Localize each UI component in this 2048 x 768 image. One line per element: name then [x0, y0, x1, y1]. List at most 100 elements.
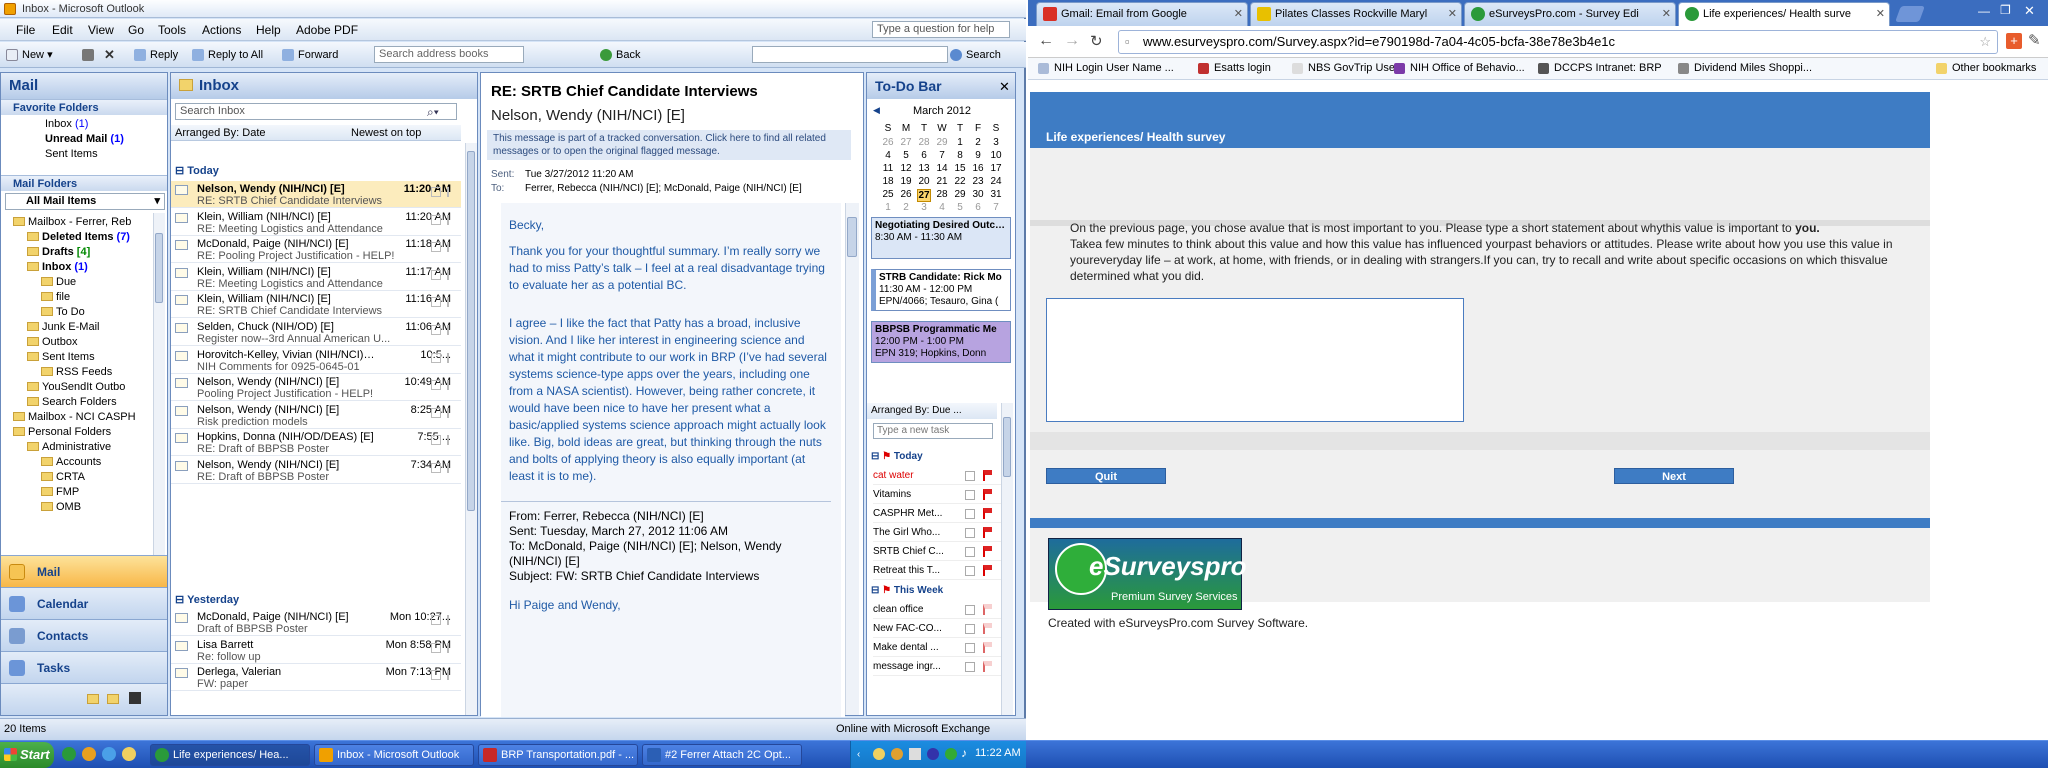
folder-outbox[interactable]: Outbox [27, 335, 77, 350]
next-button[interactable]: Next [1614, 468, 1734, 484]
message-row[interactable]: Nelson, Wendy (NIH/NCI) [E] 8:25 AM Risk p… [171, 402, 461, 429]
appointment-3[interactable]: BBPSB Programmatic Me 12:00 PM - 1:00 PM E… [871, 321, 1011, 363]
menu-help[interactable]: Help [256, 23, 281, 37]
message-row[interactable]: Klein, William (NIH/NCI) [E] 11:16 AM RE: … [171, 291, 461, 319]
calendar-day[interactable]: 24 [989, 176, 1003, 187]
category-checkbox[interactable] [431, 407, 441, 418]
task-arranged-by[interactable]: Arranged By: Due ... [867, 403, 997, 419]
menu-actions[interactable]: Actions [202, 23, 241, 37]
appointment-2[interactable]: STRB Candidate: Rick Mo 11:30 AM - 12:00 … [871, 269, 1011, 311]
task-complete-checkbox[interactable] [965, 471, 975, 481]
sort-order[interactable]: Newest on top [351, 127, 421, 139]
category-checkbox[interactable] [431, 670, 441, 681]
message-row[interactable]: Lisa Barrett Mon 8:58 PM Re: follow up [171, 637, 461, 664]
folder-deleted-items[interactable]: Deleted Items (7) [27, 230, 130, 245]
appointment-1[interactable]: Negotiating Desired Outcomes 8:30 AM - 11… [871, 217, 1011, 259]
calendar-day[interactable]: 26 [899, 189, 913, 200]
task-item[interactable]: CASPHR Met... [873, 505, 1001, 523]
yesterday-group-header[interactable]: ⊟ Yesterday [175, 593, 239, 606]
task-item[interactable]: The Girl Who... [873, 524, 1001, 542]
forward-arrow-icon[interactable]: → [1064, 32, 1080, 50]
calendar-day[interactable]: 18 [881, 176, 895, 187]
maximize-icon[interactable]: ❐ [2000, 3, 2011, 17]
task-complete-checkbox[interactable] [965, 509, 975, 519]
tray-app-icon[interactable] [873, 748, 885, 760]
follow-up-flag-icon[interactable] [447, 269, 456, 280]
tab-pilates[interactable]: Pilates Classes Rockville Maryl ✕ [1250, 2, 1462, 26]
favorite-sent-items[interactable]: Sent Items [45, 147, 98, 162]
follow-up-flag-icon[interactable] [447, 325, 456, 335]
tasks-scroll-thumb[interactable] [1003, 417, 1011, 477]
message-row[interactable]: Nelson, Wendy (NIH/NCI) [E] 11:20 AM RE: S… [171, 181, 461, 208]
calendar-day[interactable]: 15 [953, 163, 967, 174]
folder-accounts[interactable]: Accounts [41, 455, 101, 470]
follow-up-flag-icon[interactable] [447, 670, 456, 681]
menu-adobe-pdf[interactable]: Adobe PDF [296, 23, 358, 37]
calendar-day[interactable]: 5 [899, 150, 913, 161]
task-item[interactable]: Retreat this T... [873, 562, 1001, 580]
favorite-folders-header[interactable]: Favorite Folders [1, 99, 167, 115]
menu-tools[interactable]: Tools [158, 23, 186, 37]
inbox-search-icon[interactable]: ⌕▾ [427, 105, 439, 120]
reply-button[interactable]: Reply [134, 47, 178, 63]
tray-volume-icon[interactable]: ♪ [961, 746, 967, 760]
message-row[interactable]: Hopkins, Donna (NIH/OD/DEAS) [E] 7:55 ...… [171, 429, 461, 457]
todo-close-icon[interactable]: ✕ [999, 79, 1010, 95]
follow-up-flag-icon[interactable] [447, 214, 456, 225]
response-textarea[interactable] [1046, 298, 1464, 422]
forward-button[interactable]: Forward [282, 47, 338, 63]
calendar-day[interactable]: 17 [989, 163, 1003, 174]
tasks-scrollbar[interactable] [1001, 403, 1013, 715]
tray-app-icon[interactable] [927, 748, 939, 760]
task-complete-checkbox[interactable] [965, 662, 975, 672]
calendar-day[interactable]: 6 [917, 150, 931, 161]
task-flag-icon[interactable] [983, 642, 992, 653]
folder-scrollbar[interactable] [153, 213, 165, 613]
folder-due[interactable]: Due [41, 275, 76, 290]
inbox-scrollbar[interactable] [465, 143, 477, 715]
folder-drafts[interactable]: Drafts [4] [27, 245, 90, 260]
task-item[interactable]: SRTB Chief C... [873, 543, 1001, 561]
other-bookmarks[interactable]: Other bookmarks [1936, 62, 2036, 74]
folder-list-icon[interactable] [87, 694, 99, 704]
calendar-day[interactable]: 16 [971, 163, 985, 174]
bookmark-nih-login[interactable]: NIH Login User Name ... [1038, 62, 1174, 74]
reply-all-button[interactable]: Reply to All [192, 47, 263, 63]
folder-search-folders[interactable]: Search Folders [27, 395, 117, 410]
folder-yousendit-outbo[interactable]: YouSendIt Outbo [27, 380, 125, 395]
inbox-scroll-thumb[interactable] [467, 151, 475, 511]
close-tab-icon[interactable]: ✕ [1662, 3, 1671, 25]
today-group-header[interactable]: ⊟ Today [175, 164, 219, 177]
folder-inbox[interactable]: Inbox (1) [27, 260, 88, 275]
calendar-day[interactable]: 1 [881, 202, 895, 213]
quicklaunch-folder-icon[interactable] [122, 747, 136, 761]
back-button[interactable]: Back [600, 47, 640, 63]
close-tab-icon[interactable]: ✕ [1448, 3, 1457, 25]
calendar-day[interactable]: 21 [935, 176, 949, 187]
bookmark-dividend-miles[interactable]: Dividend Miles Shoppi... [1678, 62, 1812, 74]
folder-fmp[interactable]: FMP [41, 485, 79, 500]
back-arrow-icon[interactable]: ← [1038, 32, 1054, 50]
calendar-day[interactable]: 23 [971, 176, 985, 187]
folder-sent-items[interactable]: Sent Items [27, 350, 95, 365]
nav-button-contacts[interactable]: Contacts [1, 619, 167, 651]
folder-junk-e-mail[interactable]: Junk E-Mail [27, 320, 99, 335]
task-complete-checkbox[interactable] [965, 547, 975, 557]
clock[interactable]: 11:22 AM [975, 747, 1021, 759]
calendar-day[interactable]: 3 [917, 202, 931, 213]
task-flag-icon[interactable] [983, 565, 992, 576]
follow-up-flag-icon[interactable] [447, 615, 456, 625]
shortcuts-icon[interactable] [129, 692, 141, 704]
category-checkbox[interactable] [431, 242, 441, 253]
task-flag-icon[interactable] [983, 489, 992, 500]
tray-app-icon[interactable] [891, 748, 903, 760]
follow-up-flag-icon[interactable] [447, 463, 456, 473]
task-complete-checkbox[interactable] [965, 490, 975, 500]
minimize-icon[interactable]: — [1978, 4, 1990, 18]
taskbar-outlook-window[interactable]: Inbox - Microsoft Outlook [314, 744, 474, 766]
category-checkbox[interactable] [431, 352, 441, 363]
tab-gmail[interactable]: Gmail: Email from Google ✕ [1036, 2, 1248, 26]
calendar-day[interactable]: 20 [917, 176, 931, 187]
message-row[interactable]: Klein, William (NIH/NCI) [E] 11:20 AM RE: … [171, 209, 461, 236]
print-button[interactable] [82, 47, 96, 63]
